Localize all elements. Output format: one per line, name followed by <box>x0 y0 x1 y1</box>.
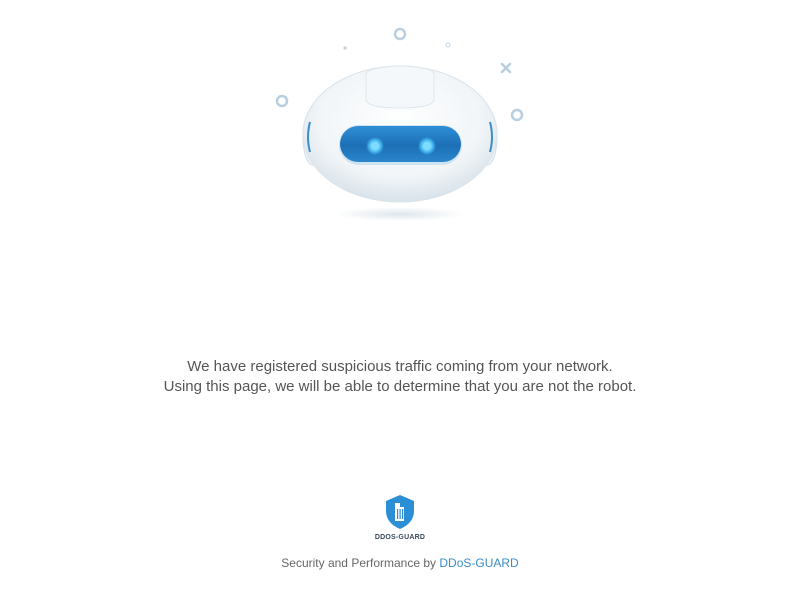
footer: Security and Performance by DDoS-GUARD <box>0 556 800 570</box>
shield-icon <box>386 495 414 529</box>
robot-illustration <box>270 22 530 227</box>
footer-prefix: Security and Performance by <box>281 556 437 570</box>
message-line-2: Using this page, we will be able to dete… <box>163 378 637 395</box>
message-line-1: We have registered suspicious traffic co… <box>187 358 613 375</box>
logo-text: DDOS-GUARD <box>374 534 426 541</box>
ddos-guard-logo: DDOS-GUARD <box>370 494 430 546</box>
ddos-guard-link[interactable]: DDoS-GUARD <box>439 556 518 570</box>
warning-message: We have registered suspicious traffic co… <box>0 357 800 397</box>
robot-icon <box>275 27 524 221</box>
